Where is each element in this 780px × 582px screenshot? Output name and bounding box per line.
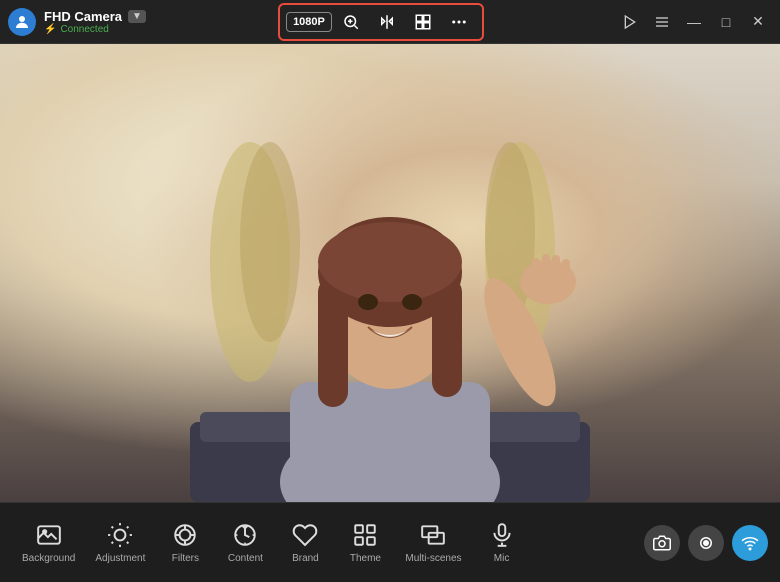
tool-adjustment[interactable]: Adjustment bbox=[85, 513, 155, 572]
tool-multi-scenes[interactable]: Multi-scenes bbox=[395, 513, 471, 572]
camera-visual bbox=[190, 62, 590, 502]
mic-icon bbox=[488, 521, 516, 549]
theme-icon bbox=[351, 521, 379, 549]
brand-label: Brand bbox=[292, 553, 319, 564]
mic-label: Mic bbox=[494, 553, 510, 564]
background-label: Background bbox=[22, 553, 75, 564]
connect-icon: ⚡ bbox=[44, 24, 56, 35]
zoom-in-button[interactable] bbox=[334, 9, 368, 35]
app-title: FHD Camera bbox=[44, 9, 122, 24]
person-container bbox=[190, 62, 590, 502]
app-title-row: FHD Camera ▼ bbox=[44, 9, 146, 24]
more-button[interactable] bbox=[442, 9, 476, 35]
background-icon bbox=[35, 521, 63, 549]
tool-theme[interactable]: Theme bbox=[335, 513, 395, 572]
dropdown-badge[interactable]: ▼ bbox=[128, 10, 146, 23]
screenshot-button[interactable] bbox=[644, 525, 680, 561]
close-button[interactable]: ✕ bbox=[744, 8, 772, 36]
minimize-button[interactable]: — bbox=[680, 8, 708, 36]
app-icon bbox=[8, 8, 36, 36]
adjustment-label: Adjustment bbox=[95, 553, 145, 564]
connected-text: Connected bbox=[60, 24, 108, 35]
tool-filters[interactable]: Filters bbox=[155, 513, 215, 572]
brand-icon bbox=[291, 521, 319, 549]
theme-label: Theme bbox=[350, 553, 381, 564]
bottom-bar: Background Adjustment bbox=[0, 502, 780, 582]
title-bar: FHD Camera ▼ ⚡ Connected 1080P bbox=[0, 0, 780, 44]
filters-icon bbox=[171, 521, 199, 549]
multi-scenes-label: Multi-scenes bbox=[405, 553, 461, 564]
content-label: Content bbox=[228, 553, 263, 564]
multi-scenes-icon bbox=[419, 521, 447, 549]
title-bar-left: FHD Camera ▼ ⚡ Connected bbox=[8, 8, 146, 36]
record-button[interactable] bbox=[688, 525, 724, 561]
video-area bbox=[0, 44, 780, 502]
tool-mic[interactable]: Mic bbox=[472, 513, 532, 572]
maximize-button[interactable]: □ bbox=[712, 8, 740, 36]
app-title-group: FHD Camera ▼ ⚡ Connected bbox=[44, 9, 146, 35]
resolution-button[interactable]: 1080P bbox=[286, 12, 332, 32]
adjustment-icon bbox=[106, 521, 134, 549]
flip-button[interactable] bbox=[370, 9, 404, 35]
live-button[interactable] bbox=[732, 525, 768, 561]
layout-button[interactable] bbox=[406, 9, 440, 35]
window-controls: — □ ✕ bbox=[616, 8, 772, 36]
bottom-tools: Background Adjustment bbox=[12, 513, 644, 572]
toolbar-group: 1080P bbox=[278, 3, 484, 41]
tool-content[interactable]: Content bbox=[215, 513, 275, 572]
filters-label: Filters bbox=[172, 553, 199, 564]
bottom-right bbox=[644, 525, 768, 561]
menu-button[interactable] bbox=[648, 8, 676, 36]
tool-brand[interactable]: Brand bbox=[275, 513, 335, 572]
cast-button[interactable] bbox=[616, 8, 644, 36]
tool-background[interactable]: Background bbox=[12, 513, 85, 572]
content-icon bbox=[231, 521, 259, 549]
